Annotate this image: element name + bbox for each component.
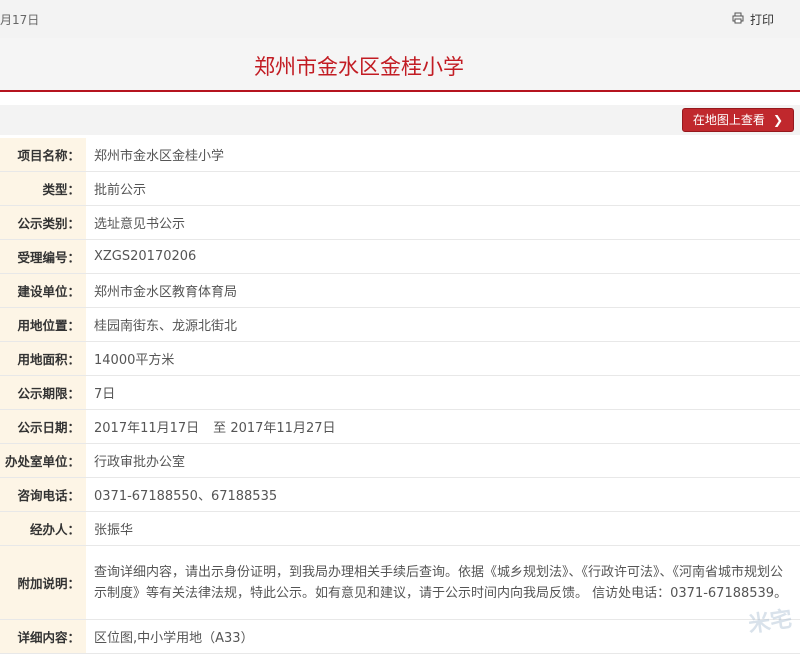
field-label: 办处室单位： bbox=[0, 443, 86, 478]
publish-date: 月17日 bbox=[0, 13, 40, 27]
printer-icon bbox=[732, 12, 744, 27]
field-value: 郑州市金水区金桂小学 bbox=[86, 138, 800, 172]
field-value: 7日 bbox=[86, 375, 800, 410]
table-row: 附加说明： 查询详细内容，请出示身份证明，到我局办理相关手续后查询。依据《城乡规… bbox=[0, 545, 800, 620]
table-row: 项目名称： 郑州市金水区金桂小学 bbox=[0, 138, 800, 172]
field-label: 公示类别： bbox=[0, 205, 86, 240]
field-label: 公示期限： bbox=[0, 375, 86, 410]
field-label: 详细内容： bbox=[0, 619, 86, 654]
field-label: 咨询电话： bbox=[0, 477, 86, 512]
table-row: 公示期限： 7日 bbox=[0, 375, 800, 410]
field-value: 14000平方米 bbox=[86, 341, 800, 376]
table-row: 公示日期： 2017年11月17日至 2017年11月27日 bbox=[0, 409, 800, 444]
field-value: 桂园南街东、龙源北街北 bbox=[86, 307, 800, 342]
field-value: XZGS20170206 bbox=[86, 239, 800, 274]
table-row: 办处室单位： 行政审批办公室 bbox=[0, 443, 800, 478]
table-row: 受理编号： XZGS20170206 bbox=[0, 239, 800, 274]
field-value: 2017年11月17日至 2017年11月27日 bbox=[86, 409, 800, 444]
top-bar: 月17日 打印 bbox=[0, 0, 800, 38]
field-label: 类型： bbox=[0, 171, 86, 206]
table-row: 建设单位： 郑州市金水区教育体育局 bbox=[0, 273, 800, 308]
table-row: 详细内容： 区位图,中小学用地（A33） bbox=[0, 619, 800, 654]
date-end: 2017年11月27日 bbox=[230, 421, 336, 436]
field-label: 经办人： bbox=[0, 511, 86, 546]
field-value: 区位图,中小学用地（A33） bbox=[86, 619, 800, 654]
print-label: 打印 bbox=[749, 13, 774, 27]
table-row: 公示类别： 选址意见书公示 bbox=[0, 205, 800, 240]
project-info-table: 项目名称： 郑州市金水区金桂小学 类型： 批前公示 公示类别： 选址意见书公示 … bbox=[0, 138, 800, 654]
field-value: 郑州市金水区教育体育局 bbox=[86, 273, 800, 308]
field-label: 项目名称： bbox=[0, 138, 86, 172]
map-strip: 在地图上查看 ❯ bbox=[0, 105, 800, 135]
page-title: 郑州市金水区金桂小学 bbox=[254, 55, 464, 79]
table-row: 用地面积： 14000平方米 bbox=[0, 341, 800, 376]
date-start: 2017年11月17日 bbox=[94, 421, 200, 436]
field-value: 选址意见书公示 bbox=[86, 205, 800, 240]
table-row: 咨询电话： 0371-67188550、67188535 bbox=[0, 477, 800, 512]
field-label: 用地面积： bbox=[0, 341, 86, 376]
chevron-right-icon: ❯ bbox=[772, 113, 783, 127]
view-on-map-label: 在地图上查看 bbox=[692, 113, 765, 127]
field-value: 行政审批办公室 bbox=[86, 443, 800, 478]
field-value: 张振华 bbox=[86, 511, 800, 546]
field-label: 受理编号： bbox=[0, 239, 86, 274]
watermark-logo: 米宅 bbox=[746, 607, 794, 638]
title-area: 郑州市金水区金桂小学 bbox=[0, 38, 800, 92]
print-button[interactable]: 打印 bbox=[732, 11, 774, 28]
view-on-map-button[interactable]: 在地图上查看 ❯ bbox=[681, 108, 794, 132]
date-to: 至 bbox=[213, 421, 227, 436]
table-row: 用地位置： 桂园南街东、龙源北街北 bbox=[0, 307, 800, 342]
field-label: 建设单位： bbox=[0, 273, 86, 308]
table-row: 类型： 批前公示 bbox=[0, 171, 800, 206]
table-row: 经办人： 张振华 bbox=[0, 511, 800, 546]
field-value: 查询详细内容，请出示身份证明，到我局办理相关手续后查询。依据《城乡规划法》、《行… bbox=[86, 545, 800, 620]
field-value: 0371-67188550、67188535 bbox=[86, 477, 800, 512]
field-label: 公示日期： bbox=[0, 409, 86, 444]
field-label: 附加说明： bbox=[0, 545, 86, 620]
field-value: 批前公示 bbox=[86, 171, 800, 206]
field-label: 用地位置： bbox=[0, 307, 86, 342]
